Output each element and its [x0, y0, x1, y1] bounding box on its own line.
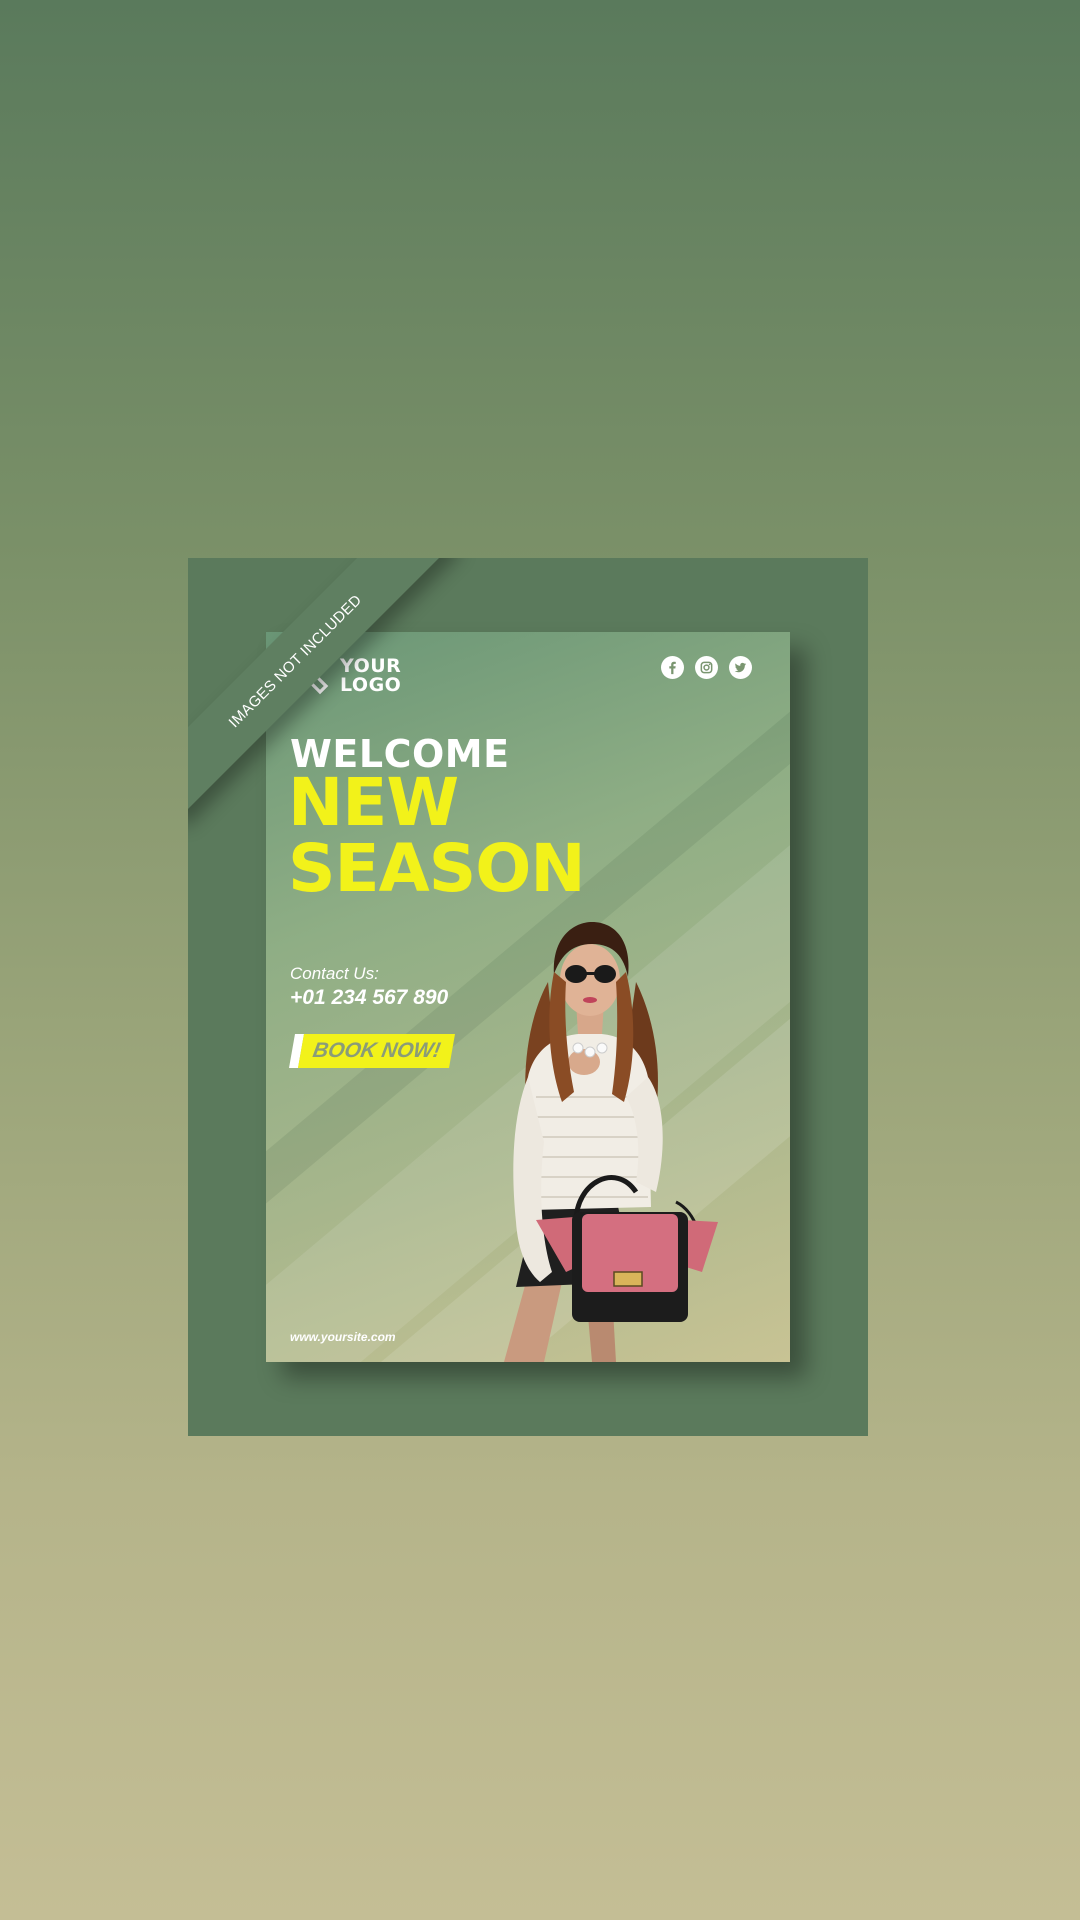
- logo-line-2: LOGO: [340, 674, 402, 696]
- facebook-icon[interactable]: [661, 656, 684, 679]
- fashion-model-image: [504, 922, 718, 1362]
- contact-label: Contact Us:: [290, 964, 379, 983]
- instagram-icon[interactable]: [695, 656, 718, 679]
- headline-line-2: SEASON: [288, 830, 586, 907]
- headline-line-1: NEW: [288, 764, 459, 841]
- logo-text: YOUR LOGO: [340, 657, 401, 695]
- social-links: [661, 656, 752, 679]
- mockup-board: IMAGES NOT INCLUDED YOUR LOGO WELCOME NE…: [188, 558, 868, 1436]
- flyer-poster: YOUR LOGO WELCOME NEW SEASON Contact Us:…: [266, 632, 790, 1362]
- twitter-icon[interactable]: [729, 656, 752, 679]
- website-link[interactable]: www.yoursite.com: [290, 1330, 396, 1344]
- headline: NEW SEASON: [288, 764, 586, 907]
- book-now-button[interactable]: BOOK NOW!: [289, 1034, 456, 1068]
- button-body: BOOK NOW!: [298, 1034, 456, 1068]
- contact-phone: +01 234 567 890: [290, 986, 449, 1009]
- book-now-label: BOOK NOW!: [311, 1039, 443, 1062]
